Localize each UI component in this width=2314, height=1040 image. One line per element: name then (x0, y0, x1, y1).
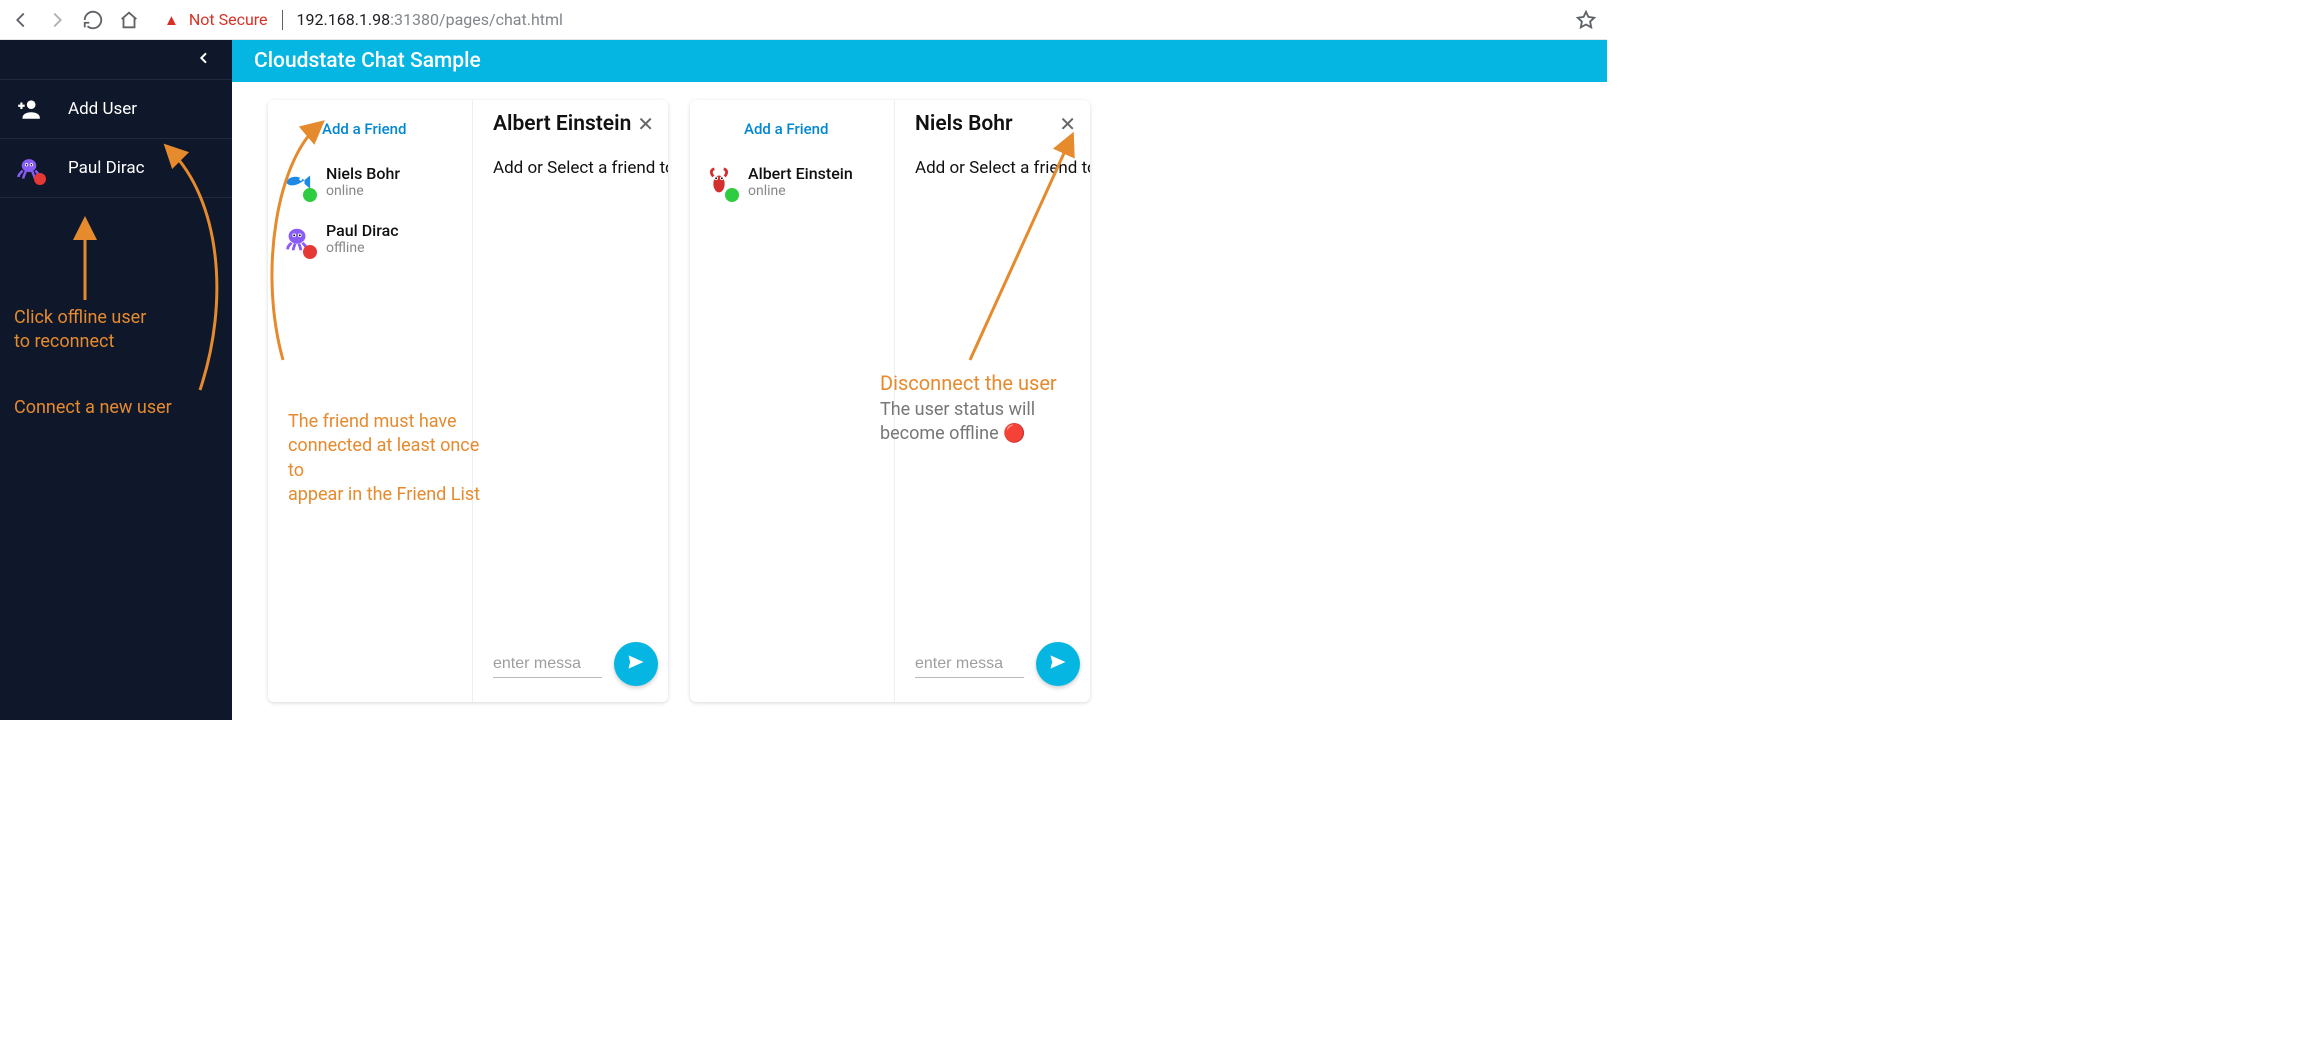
status-dot-online (725, 188, 739, 202)
app-title: Cloudstate Chat Sample (254, 49, 481, 73)
separator (282, 10, 283, 30)
app-header: Cloudstate Chat Sample (232, 40, 1607, 82)
avatar-fish-icon (282, 167, 312, 197)
sidebar-collapse-row[interactable] (0, 40, 232, 80)
chat-panel: Albert Einstein ✕ Add or Select a friend… (473, 100, 668, 702)
friend-item-niels-bohr[interactable]: Niels Bohr online (268, 156, 472, 213)
forward-button[interactable] (46, 9, 68, 31)
warning-icon: ▲ (164, 11, 179, 29)
sidebar-user-label: Paul Dirac (68, 158, 144, 178)
friend-item-albert-einstein[interactable]: Albert Einstein online (690, 156, 894, 213)
chevron-left-icon (196, 50, 212, 70)
back-button[interactable] (10, 9, 32, 31)
main-area: Cloudstate Chat Sample Add a Friend Niel… (232, 40, 1607, 720)
send-icon (626, 652, 646, 676)
bookmark-star-icon[interactable] (1575, 9, 1597, 31)
chat-title: Niels Bohr (915, 112, 1013, 136)
chat-hint: Add or Select a friend to (895, 140, 1090, 642)
home-button[interactable] (118, 9, 140, 31)
annotation-connect-new: Connect a new user (14, 396, 172, 420)
add-user-button[interactable]: Add User (0, 80, 232, 139)
friend-name: Niels Bohr (326, 164, 400, 183)
chat-title: Albert Einstein (493, 112, 631, 136)
avatar-octopus-icon (282, 224, 312, 254)
address-bar[interactable]: ▲ Not Secure 192.168.1.98:31380/pages/ch… (154, 5, 1561, 35)
sidebar-user-paul-dirac[interactable]: Paul Dirac (0, 139, 232, 198)
chat-hint: Add or Select a friend to (473, 140, 668, 642)
app-root: Add User Paul Dirac Click offline user t… (0, 40, 1607, 720)
chat-card-bohr: Add a Friend Albert Einstein online (690, 100, 1090, 702)
status-dot-online (303, 188, 317, 202)
close-icon[interactable]: ✕ (1059, 112, 1076, 136)
friend-list-panel: Add a Friend Niels Bohr online (268, 100, 473, 702)
friend-item-paul-dirac[interactable]: Paul Dirac offline (268, 213, 472, 270)
send-icon (1048, 652, 1068, 676)
friend-list-panel: Add a Friend Albert Einstein online (690, 100, 895, 702)
browser-toolbar: ▲ Not Secure 192.168.1.98:31380/pages/ch… (0, 0, 1607, 40)
workspace: Add a Friend Niels Bohr online (232, 82, 1607, 720)
message-input[interactable] (915, 651, 1024, 678)
friend-name: Paul Dirac (326, 221, 399, 240)
add-friend-button[interactable]: Add a Friend (690, 114, 894, 156)
reload-button[interactable] (82, 9, 104, 31)
status-dot-offline (34, 173, 46, 185)
send-button[interactable] (1036, 642, 1080, 686)
add-user-label: Add User (68, 99, 137, 119)
avatar-lobster-icon (704, 167, 734, 197)
friend-status: offline (326, 240, 399, 256)
sidebar: Add User Paul Dirac Click offline user t… (0, 40, 232, 720)
avatar-octopus-icon (16, 155, 42, 181)
chat-panel: Niels Bohr ✕ Add or Select a friend to (895, 100, 1090, 702)
friend-status: online (326, 183, 400, 199)
annotation-reconnect: Click offline user to reconnect (14, 306, 146, 355)
add-user-icon (16, 96, 42, 122)
message-input[interactable] (493, 651, 602, 678)
close-icon[interactable]: ✕ (637, 112, 654, 136)
chat-card-einstein: Add a Friend Niels Bohr online (268, 100, 668, 702)
url-text: 192.168.1.98:31380/pages/chat.html (297, 10, 563, 29)
not-secure-label: Not Secure (189, 10, 268, 29)
friend-name: Albert Einstein (748, 164, 853, 183)
send-button[interactable] (614, 642, 658, 686)
status-dot-offline (303, 245, 317, 259)
friend-status: online (748, 183, 853, 199)
add-friend-button[interactable]: Add a Friend (268, 114, 472, 156)
